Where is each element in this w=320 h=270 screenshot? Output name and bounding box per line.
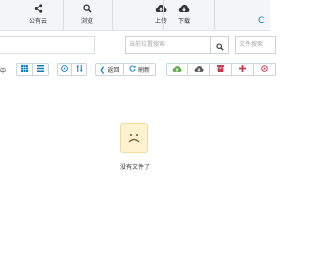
archive-button[interactable] <box>210 63 232 76</box>
grid-view-button[interactable] <box>16 63 33 76</box>
public-cloud-label: 公有云 <box>28 18 47 25</box>
search-icon <box>80 3 94 14</box>
browse-button[interactable]: 浏览 <box>78 0 96 30</box>
cloud-download-button[interactable] <box>188 63 210 76</box>
cloud-upload-icon <box>154 3 168 14</box>
path-field[interactable] <box>0 36 95 54</box>
settings-button[interactable] <box>254 63 276 76</box>
action-toolbar: 中 ❮ 返回 刷新 <box>0 63 276 78</box>
divider <box>163 0 164 30</box>
divider <box>112 0 113 30</box>
plus-icon <box>239 65 246 74</box>
cloud-upload-button[interactable] <box>166 63 188 76</box>
add-button[interactable] <box>232 63 254 76</box>
top-toolbar: 公有云 浏览 上传 下载 C <box>0 0 270 31</box>
empty-message: 没有文件了 <box>119 164 150 171</box>
list-icon <box>37 65 44 74</box>
back-button[interactable]: ❮ 返回 <box>95 63 124 76</box>
public-cloud-button[interactable]: 公有云 <box>27 0 49 30</box>
empty-folder-icon <box>120 123 148 153</box>
chevron-left-icon: ❮ <box>99 65 106 74</box>
cloud-upload-icon <box>172 65 182 75</box>
archive-icon <box>217 65 224 74</box>
browse-label: 浏览 <box>80 18 93 25</box>
upload-label: 上传 <box>154 18 167 25</box>
search-icon <box>215 36 224 55</box>
download-button[interactable]: 下载 <box>174 0 194 30</box>
back-label: 返回 <box>107 67 120 74</box>
divider <box>63 0 64 30</box>
search-button[interactable] <box>210 36 229 54</box>
cloud-download-icon <box>194 65 204 75</box>
share-icon <box>31 3 45 14</box>
list-view-button[interactable] <box>33 63 49 76</box>
grid-icon <box>21 65 28 74</box>
refresh-icon[interactable]: C <box>258 16 264 26</box>
sort-button[interactable] <box>72 63 87 76</box>
refresh-label: 刷新 <box>137 67 150 74</box>
info-button[interactable] <box>57 63 72 76</box>
cloud-download-icon <box>177 3 191 14</box>
info-circle-icon <box>61 65 68 74</box>
toolbar-cut-label: 中 <box>0 68 7 75</box>
refresh-button[interactable]: 刷新 <box>124 63 156 76</box>
refresh-icon <box>129 65 136 74</box>
download-label: 下载 <box>177 18 190 25</box>
search-row: 当前位置搜索 文件搜索 <box>0 36 276 54</box>
location-search-input[interactable]: 当前位置搜索 <box>125 36 212 54</box>
file-search-input[interactable]: 文件搜索 <box>235 36 276 54</box>
circle-icon <box>261 65 268 74</box>
upload-button[interactable]: 上传 <box>151 0 171 30</box>
sort-icon <box>75 65 83 74</box>
divider <box>214 0 215 30</box>
